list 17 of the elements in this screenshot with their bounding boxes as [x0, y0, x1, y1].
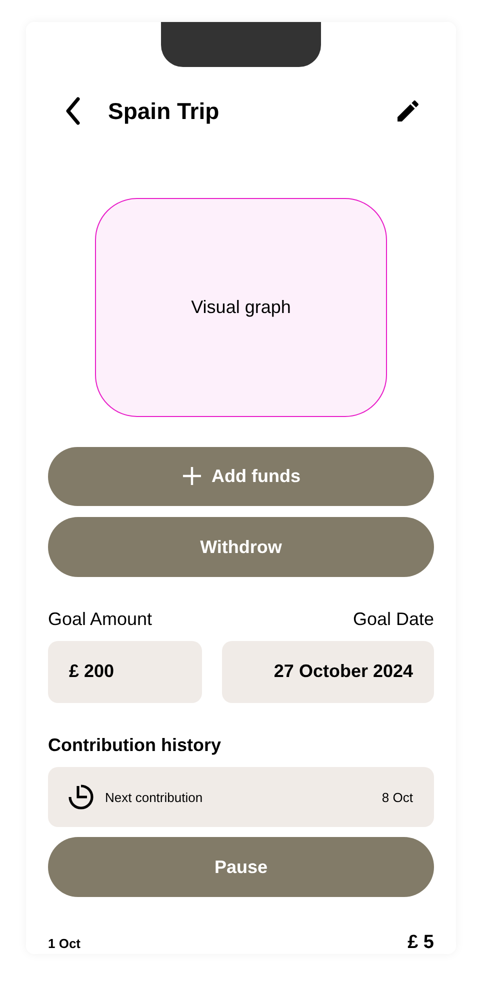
graph-label: Visual graph	[191, 296, 291, 318]
section-title: Contribution history	[48, 734, 222, 756]
action-button[interactable]: Withdrow	[48, 517, 434, 577]
timer-icon	[67, 783, 95, 812]
page-title: Spain Trip	[108, 98, 220, 125]
add-funds-button[interactable]: Add funds	[48, 446, 434, 506]
entry-amount: £ 5	[408, 932, 434, 954]
goal-amount-field[interactable]: £ 200	[48, 640, 202, 703]
entry-date: 1 Oct	[48, 936, 81, 950]
plus-icon	[182, 466, 202, 486]
back-icon	[65, 97, 81, 126]
field-label: Goal Amount	[48, 608, 152, 630]
goal-date-field[interactable]: 27 October 2024	[222, 640, 434, 703]
next-contribution-date: 8 Oct	[382, 790, 413, 805]
field-label: Goal Date	[352, 608, 434, 630]
next-contribution-label: Next contribution	[105, 790, 204, 805]
pause-button[interactable]: Pause	[48, 837, 434, 897]
